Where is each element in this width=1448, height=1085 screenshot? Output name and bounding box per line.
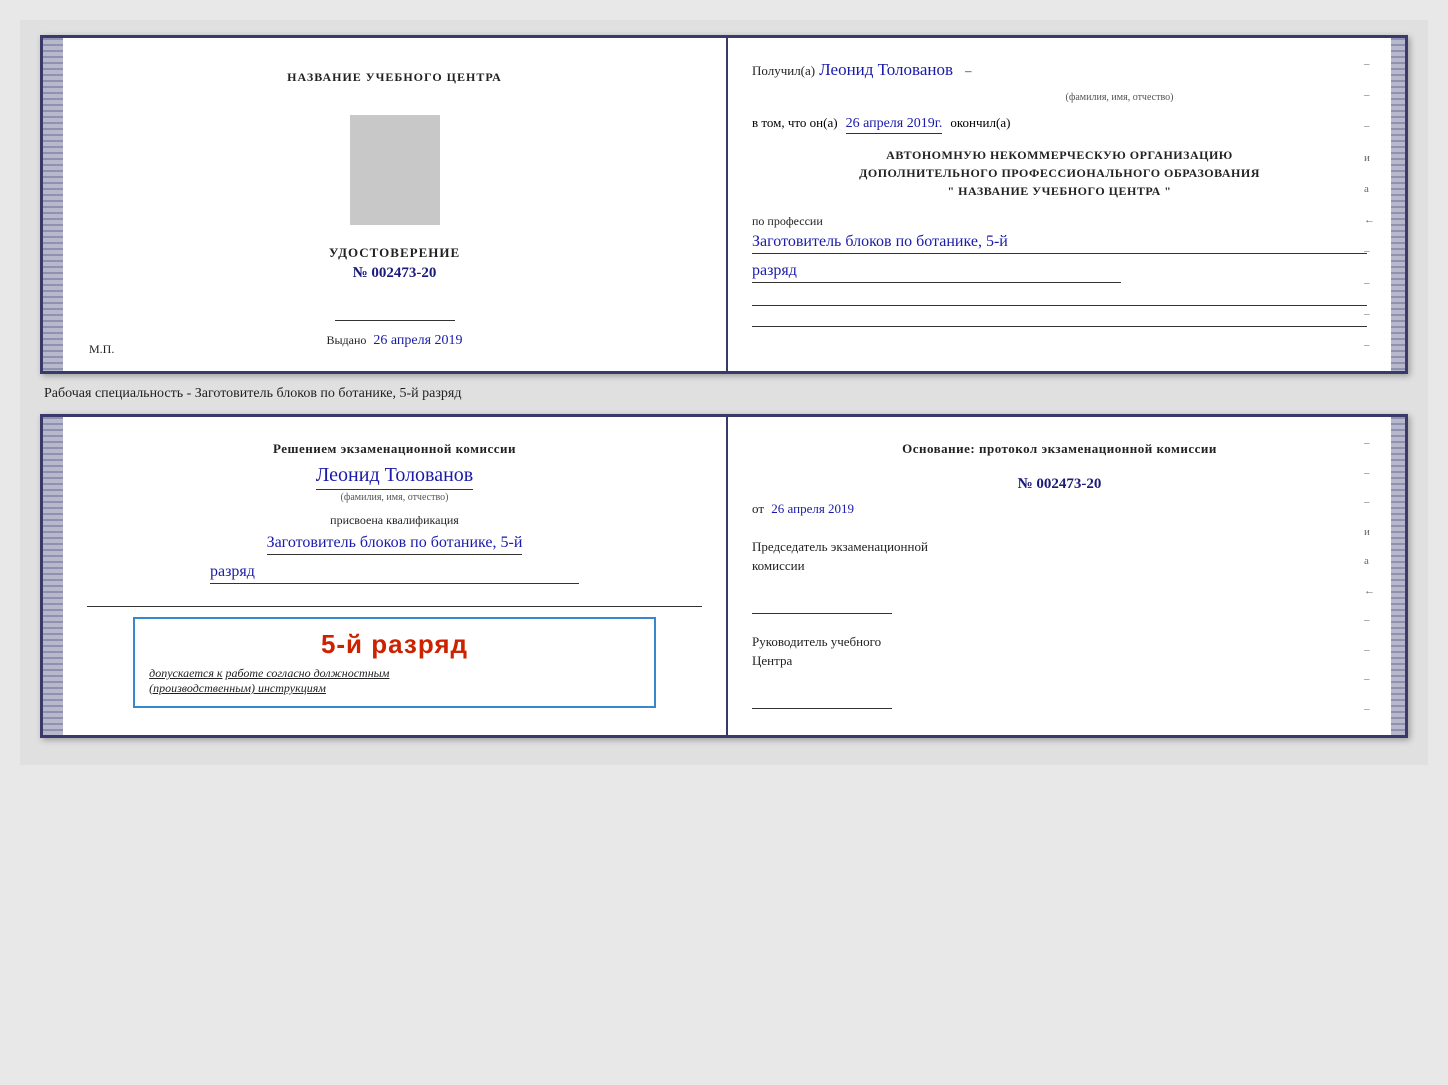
received-line: Получил(а) Леонид Толованов – [752, 60, 1367, 80]
admitted-underline: работе согласно должностным [226, 666, 390, 680]
org-block: АВТОНОМНУЮ НЕКОММЕРЧЕСКУЮ ОРГАНИЗАЦИЮ ДО… [752, 146, 1367, 200]
top-document: НАЗВАНИЕ УЧЕБНОГО ЦЕНТРА УДОСТОВЕРЕНИЕ №… [40, 35, 1408, 374]
issued-label: Выдано [326, 333, 366, 347]
finished-label: окончил(а) [950, 115, 1010, 131]
org-line3: " НАЗВАНИЕ УЧЕБНОГО ЦЕНТРА " [752, 182, 1367, 200]
fio-label-top: (фамилия, имя, отчество) [872, 92, 1367, 103]
right-margin-marks: – – – и а ← – – – – [1364, 58, 1375, 351]
stamp-rank: 5-й разряд [149, 629, 640, 660]
stamp-admitted: допускается к работе согласно должностны… [149, 666, 640, 696]
page-wrapper: НАЗВАНИЕ УЧЕБНОГО ЦЕНТРА УДОСТОВЕРЕНИЕ №… [20, 20, 1428, 765]
top-doc-right: Получил(а) Леонид Толованов – (фамилия, … [728, 38, 1391, 371]
recipient-name: Леонид Толованов [819, 60, 953, 80]
issued-date: 26 апреля 2019 [373, 333, 462, 348]
chairman-block: Председатель экзаменационной комиссии [752, 537, 1367, 614]
chairman-signature-line [752, 596, 892, 614]
rank-value-top: разряд [752, 262, 1121, 283]
bottom-right-margin-marks: – – – и а ← – – – – [1364, 437, 1375, 715]
field-line2 [752, 308, 1367, 327]
bottom-name: Леонид Толованов [316, 464, 474, 490]
field-line-bottom [87, 588, 702, 607]
admitted-italic: (производственным) инструкциям [149, 681, 326, 695]
top-doc-left: НАЗВАНИЕ УЧЕБНОГО ЦЕНТРА УДОСТОВЕРЕНИЕ №… [63, 38, 728, 371]
confirmed-label: в том, что он(а) [752, 115, 838, 131]
binding-right-bottom [1391, 417, 1405, 735]
binding-right-top [1391, 38, 1405, 371]
bottom-doc-right: Основание: протокол экзаменационной коми… [728, 417, 1391, 735]
head-title: Руководитель учебного Центра [752, 632, 1367, 671]
specialty-line: Рабочая специальность - Заготовитель бло… [44, 386, 1408, 402]
top-doc-left-title: НАЗВАНИЕ УЧЕБНОГО ЦЕНТРА [287, 70, 502, 85]
profession-value: Заготовитель блоков по ботанике, 5-й [752, 233, 1367, 254]
signature-line-top [335, 302, 455, 321]
basis-title: Основание: протокол экзаменационной коми… [752, 439, 1367, 460]
profession-block: по профессии Заготовитель блоков по бота… [752, 214, 1367, 327]
profession-label: по профессии [752, 214, 1367, 229]
org-line1: АВТОНОМНУЮ НЕКОММЕРЧЕСКУЮ ОРГАНИЗАЦИЮ [752, 146, 1367, 164]
cert-number: № 002473-20 [353, 265, 437, 282]
stamp-box: 5-й разряд допускается к работе согласно… [133, 617, 656, 708]
rank-value-bottom: разряд [210, 563, 579, 584]
received-label: Получил(а) [752, 63, 815, 79]
binding-left-bottom [43, 417, 63, 735]
binding-left-top [43, 38, 63, 371]
confirmed-date: 26 апреля 2019г. [846, 116, 943, 134]
qualification-value: Заготовитель блоков по ботанике, 5-й [267, 534, 523, 555]
cert-label: УДОСТОВЕРЕНИЕ [329, 245, 460, 261]
protocol-number: № 002473-20 [752, 476, 1367, 493]
bottom-doc-left: Решением экзаменационной комиссии Леонид… [63, 417, 728, 735]
org-line2: ДОПОЛНИТЕЛЬНОГО ПРОФЕССИОНАЛЬНОГО ОБРАЗО… [752, 164, 1367, 182]
admitted-text: допускается к [149, 666, 222, 680]
mp-label: М.П. [89, 342, 114, 357]
bottom-document: Решением экзаменационной комиссии Леонид… [40, 414, 1408, 738]
photo-placeholder [350, 115, 440, 225]
head-block: Руководитель учебного Центра [752, 632, 1367, 709]
head-signature-line [752, 691, 892, 709]
from-label: от [752, 501, 764, 516]
fio-label-bottom: (фамилия, имя, отчество) [341, 492, 449, 503]
from-date-value: 26 апреля 2019 [771, 501, 854, 516]
chairman-title: Председатель экзаменационной комиссии [752, 537, 1367, 576]
decision-text: Решением экзаменационной комиссии [273, 439, 516, 460]
from-date: от 26 апреля 2019 [752, 501, 1367, 517]
issued-line: Выдано 26 апреля 2019 [326, 333, 462, 349]
confirmed-line: в том, что он(а) 26 апреля 2019г. окончи… [752, 115, 1367, 134]
field-line [752, 287, 1367, 306]
qualification-label: присвоена квалификация [330, 513, 459, 528]
